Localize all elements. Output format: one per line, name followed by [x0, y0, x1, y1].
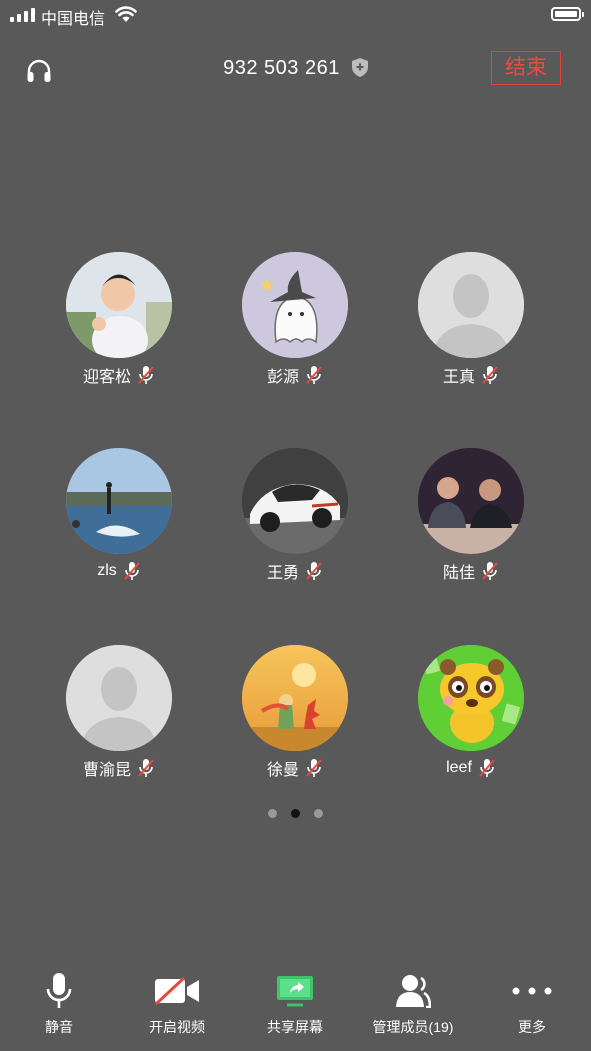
mute-button[interactable]: 静音 — [0, 969, 118, 1037]
page-dot[interactable] — [314, 809, 323, 818]
meeting-toolbar: 静音 开启视频 共享屏幕 管理成员(19) 更多 — [0, 969, 591, 1051]
avatar — [418, 645, 524, 751]
participant-name: zls — [97, 562, 117, 579]
avatar — [242, 252, 348, 358]
avatar — [66, 645, 172, 751]
avatar — [66, 448, 172, 554]
mic-muted-icon — [138, 366, 154, 384]
mic-muted-icon — [306, 366, 322, 384]
more-dots-icon — [473, 969, 591, 1013]
participant-tile[interactable]: leef — [401, 645, 541, 779]
share-screen-button[interactable]: 共享屏幕 — [236, 969, 354, 1037]
mic-muted-icon — [479, 759, 495, 777]
avatar — [418, 252, 524, 358]
participant-name: 曹渝昆 — [82, 762, 131, 779]
mic-muted-icon — [482, 366, 498, 384]
avatar — [418, 448, 524, 554]
mic-muted-icon — [138, 759, 154, 777]
meeting-header: 932 503 261 结束 — [0, 48, 591, 90]
manage-members-label: 管理成员(19) — [372, 1019, 454, 1035]
participant-tile[interactable]: zls — [49, 448, 189, 582]
participant-name: 徐曼 — [266, 762, 299, 779]
shield-icon — [351, 58, 368, 83]
avatar — [242, 448, 348, 554]
start-video-label: 开启视频 — [149, 1019, 205, 1035]
participant-name: 迎客松 — [82, 369, 131, 386]
end-meeting-button[interactable]: 结束 — [491, 51, 561, 85]
page-dot-active[interactable] — [291, 809, 300, 818]
mic-muted-icon — [482, 562, 498, 580]
mute-label: 静音 — [45, 1019, 73, 1035]
avatar — [242, 645, 348, 751]
more-button[interactable]: 更多 — [473, 969, 591, 1037]
share-screen-label: 共享屏幕 — [267, 1019, 323, 1035]
participant-tile[interactable]: 陆佳 — [401, 448, 541, 582]
participant-name: 王真 — [442, 369, 475, 386]
signal-icon — [10, 8, 35, 22]
share-screen-icon — [236, 969, 354, 1013]
participant-tile[interactable]: 徐曼 — [225, 645, 365, 779]
status-bar: 中国电信 — [0, 0, 591, 30]
carrier-name: 中国电信 — [41, 11, 106, 28]
participant-name: 王勇 — [266, 565, 299, 582]
participant-tile[interactable]: 迎客松 — [49, 252, 189, 386]
microphone-icon — [0, 969, 118, 1013]
mic-muted-icon — [124, 562, 140, 580]
mic-muted-icon — [306, 562, 322, 580]
battery-icon — [551, 7, 584, 21]
more-label: 更多 — [518, 1019, 546, 1035]
participant-tile[interactable]: 彭源 — [225, 252, 365, 386]
video-off-icon — [118, 969, 236, 1013]
participant-tile[interactable]: 曹渝昆 — [49, 645, 189, 779]
participant-name: 陆佳 — [442, 565, 475, 582]
participant-tile[interactable]: 王勇 — [225, 448, 365, 582]
start-video-button[interactable]: 开启视频 — [118, 969, 236, 1037]
participant-name: 彭源 — [266, 369, 299, 386]
avatar — [66, 252, 172, 358]
mic-muted-icon — [306, 759, 322, 777]
page-indicator[interactable] — [0, 809, 591, 818]
page-dot[interactable] — [268, 809, 277, 818]
meeting-screen: 中国电信 932 503 261 结束 迎客松 彭源 王真 zls 王勇 陆佳 … — [0, 0, 591, 1051]
members-icon — [354, 969, 472, 1013]
wifi-icon — [115, 5, 137, 28]
manage-members-button[interactable]: 管理成员(19) — [354, 969, 472, 1037]
meeting-id: 932 503 261 — [223, 57, 340, 79]
participant-name: leef — [446, 759, 472, 776]
participant-tile[interactable]: 王真 — [401, 252, 541, 386]
